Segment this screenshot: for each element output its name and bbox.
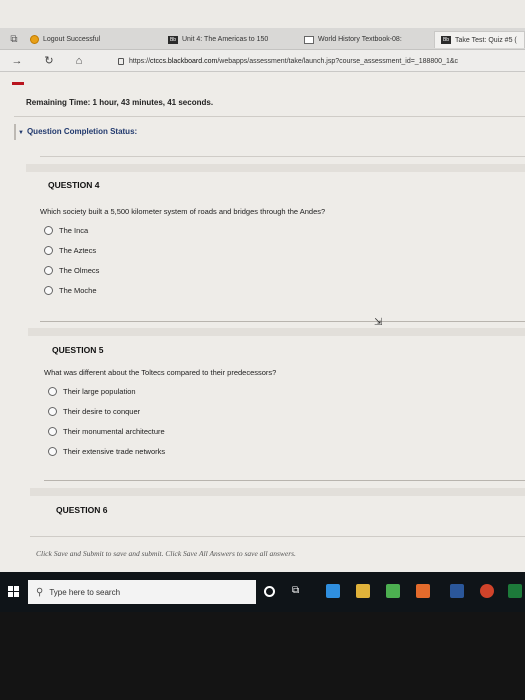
excel-icon[interactable] [508, 584, 522, 598]
divider [40, 156, 525, 157]
search-icon: ⚲ [36, 586, 44, 598]
completion-status-toggle[interactable]: ▼ Question Completion Status: [18, 127, 137, 136]
task-view-icon[interactable]: ⧉ [292, 584, 306, 598]
save-instructions: Click Save and Submit to save and submit… [36, 549, 296, 558]
divider [14, 116, 525, 117]
file-explorer-icon[interactable] [356, 584, 370, 598]
tab-unit4[interactable]: Bb Unit 4: The Americas to 150 [162, 31, 296, 48]
question-divider [40, 321, 525, 322]
triangle-down-icon: ▼ [18, 130, 24, 136]
radio-button[interactable] [44, 266, 53, 275]
question-4-title: QUESTION 4 [48, 180, 100, 190]
radio-button[interactable] [44, 226, 53, 235]
question-divider [44, 480, 525, 481]
question-5-option-4[interactable]: Their extensive trade networks [48, 447, 165, 456]
page-icon [304, 35, 314, 44]
back-arrow-icon[interactable]: → [10, 54, 24, 68]
question-4-option-3[interactable]: The Olmecs [44, 266, 99, 275]
blackboard-icon: Bb [441, 36, 451, 44]
section-bar [26, 164, 525, 172]
question-5-option-3[interactable]: Their monumental architecture [48, 427, 165, 436]
radio-button[interactable] [48, 387, 57, 396]
lock-icon [118, 57, 124, 65]
app-icon[interactable] [416, 584, 430, 598]
tab-textbook[interactable]: World History Textbook-08: [298, 31, 432, 48]
blackboard-icon: Bb [168, 35, 178, 44]
browser-tab-strip: ⧉ Logout Successful Bb Unit 4: The Ameri… [0, 28, 525, 50]
question-6-title: QUESTION 6 [56, 505, 108, 515]
question-4-option-1[interactable]: The Inca [44, 226, 88, 235]
tab-take-test[interactable]: Bb Take Test: Quiz #5 ( [434, 31, 525, 48]
cortana-icon[interactable] [264, 586, 275, 597]
question-4-text: Which society built a 5,500 kilometer sy… [40, 207, 326, 216]
windows-taskbar: ⚲ Type here to search ⧉ [0, 572, 525, 612]
question-5-title: QUESTION 5 [52, 345, 104, 355]
radio-button[interactable] [48, 447, 57, 456]
section-bar [28, 328, 525, 336]
edge-icon[interactable] [326, 584, 340, 598]
test-content: Remaining Time: 1 hour, 43 minutes, 41 s… [0, 72, 525, 572]
radio-button[interactable] [48, 407, 57, 416]
question-4-option-2[interactable]: The Aztecs [44, 246, 96, 255]
windows-start-icon[interactable] [8, 586, 20, 598]
home-icon[interactable]: ⌂ [72, 54, 86, 68]
address-bar: → ↻ ⌂ https://ctccs.blackboard.com/webap… [0, 50, 525, 72]
url-text: https://ctccs.blackboard.com/webapps/ass… [129, 57, 459, 65]
remaining-time: Remaining Time: 1 hour, 43 minutes, 41 s… [26, 98, 214, 107]
tab-logout[interactable]: Logout Successful [24, 31, 142, 48]
tab-actions-icon[interactable]: ⧉ [8, 34, 20, 46]
question-4-option-4[interactable]: The Moche [44, 286, 97, 295]
taskbar-search-input[interactable]: ⚲ Type here to search [28, 580, 256, 604]
chrome-icon[interactable] [480, 584, 494, 598]
store-icon[interactable] [386, 584, 400, 598]
question-5-text: What was different about the Toltecs com… [44, 368, 277, 377]
divider [30, 536, 525, 537]
section-bar [30, 488, 525, 496]
radio-button[interactable] [44, 246, 53, 255]
question-5-option-1[interactable]: Their large population [48, 387, 136, 396]
radio-button[interactable] [44, 286, 53, 295]
url-field[interactable]: https://ctccs.blackboard.com/webapps/ass… [118, 53, 525, 69]
accent-strip [12, 82, 24, 85]
refresh-icon[interactable]: ↻ [42, 54, 56, 68]
radio-button[interactable] [48, 427, 57, 436]
screen: ⧉ Logout Successful Bb Unit 4: The Ameri… [0, 0, 525, 612]
word-icon[interactable] [450, 584, 464, 598]
blackboard-favicon-icon [30, 35, 39, 44]
question-5-option-2[interactable]: Their desire to conquer [48, 407, 140, 416]
